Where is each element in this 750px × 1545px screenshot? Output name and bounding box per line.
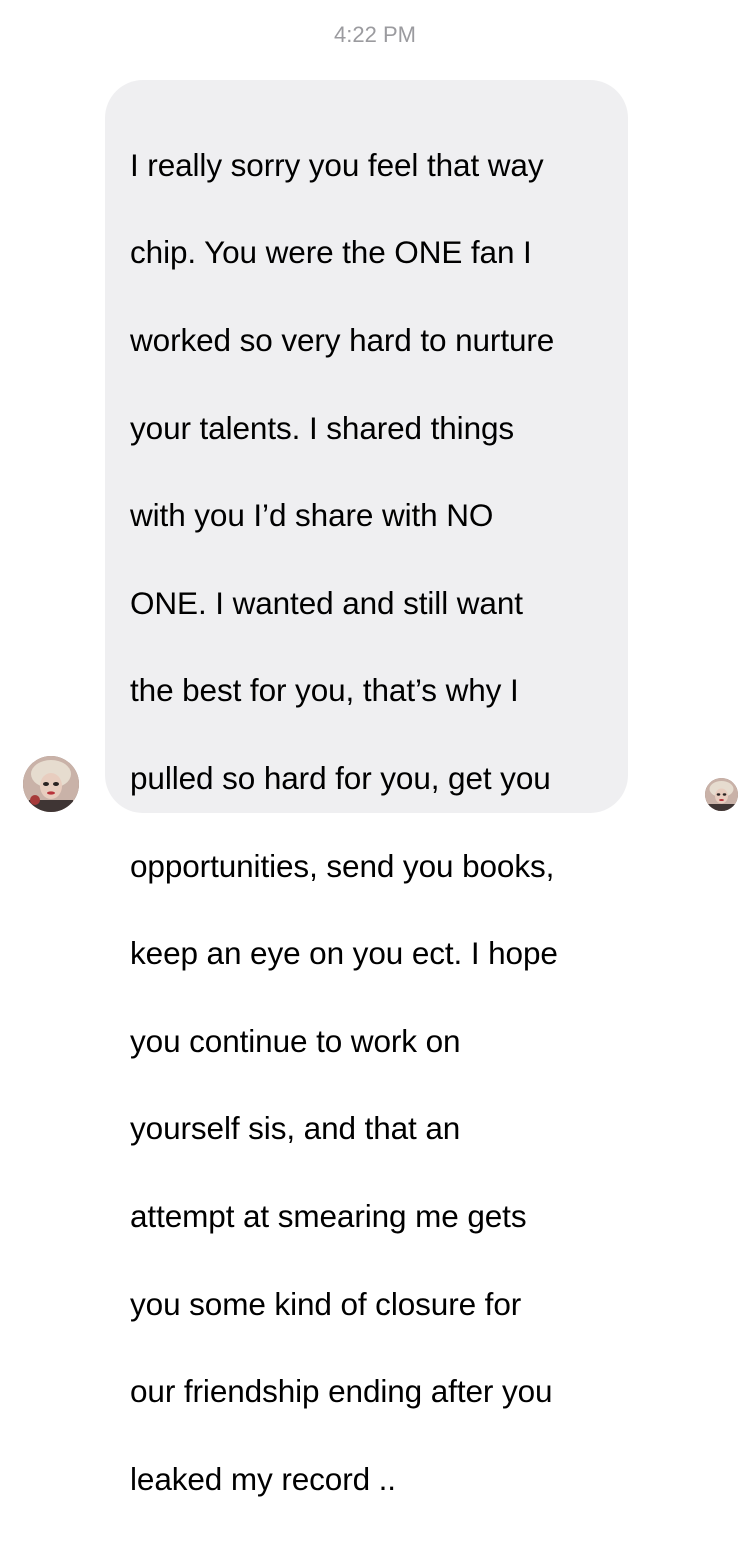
message-line: yourself sis, and that an [130, 1110, 461, 1147]
message-timestamp: 4:22 PM [334, 22, 416, 47]
message-line: with you I’d share with NO [130, 497, 494, 534]
sender-avatar-image [23, 756, 79, 812]
message-line: you continue to work on [130, 1022, 461, 1059]
read-receipt-avatar-image [705, 778, 738, 811]
message-line: opportunities, send you books, [130, 847, 555, 884]
read-receipt-avatar-icon [705, 778, 738, 811]
sender-avatar-icon[interactable] [23, 756, 79, 812]
message-line: you some kind of closure for [130, 1285, 522, 1322]
message-line: your talents. I shared things [130, 409, 515, 446]
message-text: I really sorry you feel that way chip. Y… [130, 100, 606, 1545]
message-line: leaked my record .. [130, 1460, 396, 1497]
message-line: pulled so hard for you, get you [130, 759, 551, 796]
message-line: attempt at smearing me gets [130, 1197, 527, 1234]
message-line: our friendship ending after you [130, 1373, 553, 1410]
message-line: the best for you, that’s why I [130, 672, 519, 709]
message-line: ONE. I wanted and still want [130, 584, 523, 621]
message-line: keep an eye on you ect. I hope [130, 935, 558, 972]
message-bubble[interactable]: I really sorry you feel that way chip. Y… [105, 80, 628, 1497]
message-line: I really sorry you feel that way [130, 146, 544, 183]
message-line: worked so very hard to nurture [130, 321, 555, 358]
message-line: chip. You were the ONE fan I [130, 234, 532, 271]
